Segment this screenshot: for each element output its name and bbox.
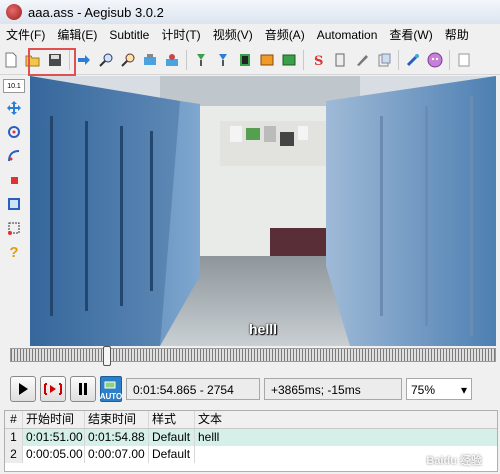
col-text: 文本 [198, 412, 223, 426]
menu-edit[interactable]: 编辑(E) [51, 24, 103, 46]
style-manager-icon[interactable] [214, 51, 232, 69]
table-row[interactable]: 1 0:01:51.00 0:01:54.88 Default helll [5, 429, 497, 446]
shift-times-icon[interactable] [192, 51, 210, 69]
scale-icon[interactable] [5, 171, 23, 189]
options-icon[interactable] [404, 51, 422, 69]
translate-icon[interactable]: S [309, 51, 327, 69]
subtitle-grid[interactable]: # 开始时间 结束时间 样式 文本 1 0:01:51.00 0:01:54.8… [4, 410, 498, 472]
row-end: 0:00:07.00 [85, 446, 149, 463]
toolbar-separator [303, 50, 304, 70]
automation-icon[interactable] [375, 51, 393, 69]
row-number: 2 [5, 446, 23, 463]
zoom-out-icon[interactable] [119, 51, 137, 69]
zoom-value: 75% [411, 383, 436, 397]
menu-help[interactable]: 帮助 [439, 24, 475, 46]
attachments-icon[interactable] [258, 51, 276, 69]
video-snap-icon[interactable] [141, 51, 159, 69]
styling-assistant-icon[interactable] [353, 51, 371, 69]
menu-timing[interactable]: 计时(T) [155, 24, 206, 46]
zoom-select[interactable]: 75% ▾ [406, 378, 472, 400]
time-readout[interactable]: 0:01:54.865 - 2754 [126, 378, 260, 400]
video-seek-bar[interactable] [10, 348, 496, 362]
spellcheck-icon[interactable] [331, 51, 349, 69]
row-number: 1 [5, 429, 23, 446]
seek-thumb[interactable] [103, 346, 111, 366]
play-button[interactable] [10, 376, 36, 402]
col-start-time: 开始时间 [23, 411, 85, 428]
zoom-in-icon[interactable] [97, 51, 115, 69]
properties-icon[interactable] [236, 51, 254, 69]
video-display[interactable]: helll [30, 76, 496, 346]
col-style: 样式 [149, 411, 195, 428]
aegisub-logo-icon [6, 4, 22, 20]
fonts-collector-icon[interactable] [280, 51, 298, 69]
menu-audio[interactable]: 音频(A) [259, 24, 311, 46]
vector-clip-icon[interactable] [5, 219, 23, 237]
menu-subtitle[interactable]: Subtitle [103, 24, 155, 46]
col-number: # [5, 411, 23, 428]
video-tools-bar: 10.1 ? [0, 76, 28, 346]
menu-bar: 文件(F) 编辑(E) Subtitle 计时(T) 视频(V) 音频(A) A… [0, 24, 500, 47]
row-start: 0:01:51.00 [23, 429, 85, 446]
row-text: helll [198, 430, 220, 444]
play-line-button[interactable] [40, 376, 66, 402]
subtitle-overlay: helll [248, 321, 277, 337]
grid-header-row: # 开始时间 结束时间 样式 文本 [5, 411, 497, 429]
watermark: Baidu 经验 [426, 455, 482, 467]
toolbar-separator [449, 50, 450, 70]
open-save-highlight [28, 48, 76, 76]
help-icon[interactable] [426, 51, 444, 69]
pause-button[interactable] [70, 376, 96, 402]
auto-scroll-toggle[interactable]: AUTO [100, 376, 122, 402]
svg-text:S: S [314, 54, 323, 67]
chevron-down-icon: ▾ [460, 383, 467, 397]
menu-automation[interactable]: Automation [311, 24, 384, 46]
help-icon[interactable]: ? [5, 243, 23, 261]
row-style: Default [149, 446, 195, 463]
auto-label: AUTO [99, 392, 123, 401]
offset-readout[interactable]: +3865ms; -15ms [264, 378, 402, 400]
menu-file[interactable]: 文件(F) [0, 24, 51, 46]
playback-controls: AUTO 0:01:54.865 - 2754 +3865ms; -15ms 7… [0, 374, 500, 404]
clip-rect-icon[interactable] [5, 195, 23, 213]
rotate-xy-icon[interactable] [5, 147, 23, 165]
extra-toolbar-icon[interactable] [455, 51, 473, 69]
col-end-time: 结束时间 [85, 411, 149, 428]
row-style: Default [149, 429, 195, 446]
new-file-icon[interactable] [2, 51, 20, 69]
menu-video[interactable]: 视频(V) [207, 24, 259, 46]
rotate-z-icon[interactable] [5, 123, 23, 141]
table-row[interactable]: 2 0:00:05.00 0:00:07.00 Default [5, 446, 497, 463]
menu-view[interactable]: 查看(W) [383, 24, 438, 46]
row-start: 0:00:05.00 [23, 446, 85, 463]
title-bar: aaa.ass - Aegisub 3.0.2 [0, 0, 500, 25]
jump-to-icon[interactable] [75, 51, 93, 69]
scale-readout: 10.1 [3, 79, 25, 93]
video-frame-image [30, 76, 496, 346]
toolbar-separator [186, 50, 187, 70]
audio-snap-icon[interactable] [163, 51, 181, 69]
move-icon[interactable] [5, 99, 23, 117]
window-title: aaa.ass - Aegisub 3.0.2 [28, 4, 164, 20]
row-end: 0:01:54.88 [85, 429, 149, 446]
toolbar-separator [398, 50, 399, 70]
